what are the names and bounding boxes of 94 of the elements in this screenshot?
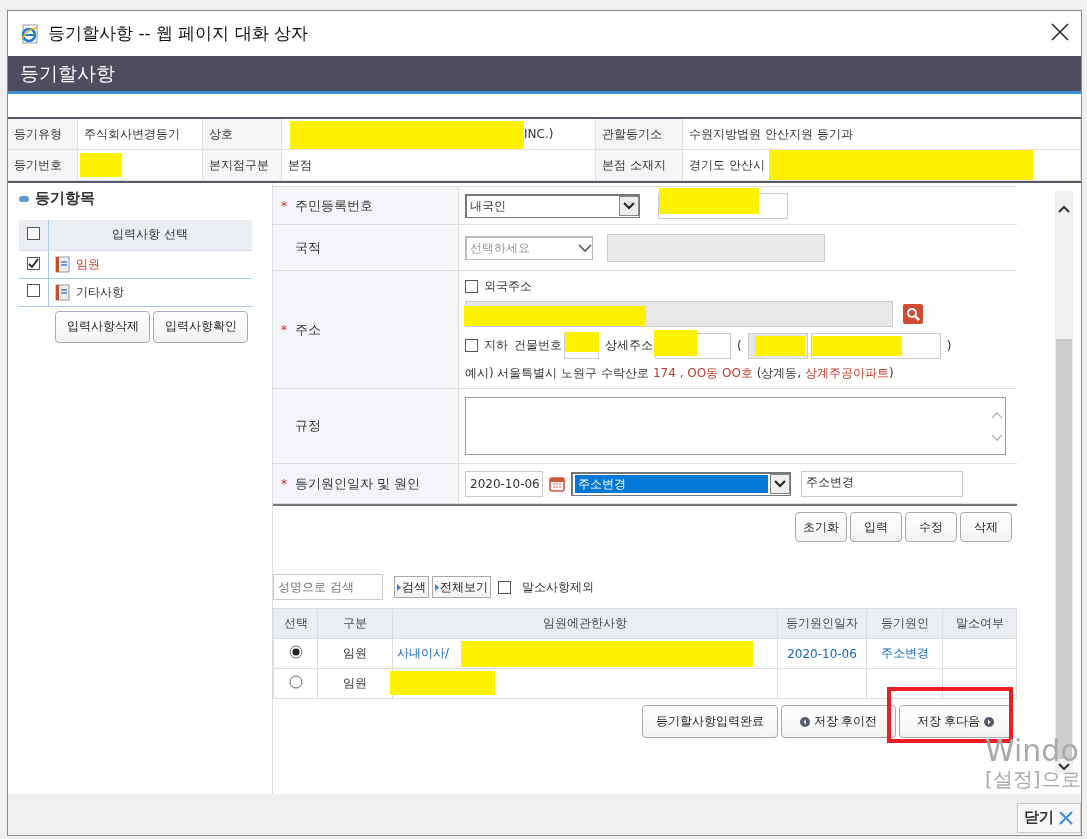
bullet-icon [19, 195, 29, 202]
search-button[interactable]: 검색 [394, 576, 429, 598]
check-icon [27, 257, 39, 269]
info-label: 등기번호 [8, 150, 78, 181]
input-field[interactable] [810, 332, 941, 359]
close-button[interactable]: 닫기 [1017, 802, 1081, 833]
input-field[interactable] [747, 332, 808, 359]
action-button[interactable]: 입력 [850, 512, 902, 542]
checkbox[interactable] [465, 279, 478, 293]
input-field[interactable] [607, 233, 825, 262]
search-icon[interactable] [903, 303, 923, 324]
field-label: 주소 [295, 320, 321, 339]
select-field[interactable]: 주소변경 [571, 471, 791, 496]
info-value: 주식회사변경등기 [84, 125, 180, 143]
checkbox-label: 외국주소 [484, 277, 532, 295]
radio-button[interactable] [288, 675, 303, 689]
triangle-icon [435, 583, 439, 591]
column-header: 선택 [273, 608, 318, 639]
chevron-down-icon [774, 480, 786, 488]
checkbox[interactable] [26, 226, 40, 240]
column-header: 구분 [317, 608, 393, 639]
nav-button[interactable]: 저장 후다음 [899, 705, 1012, 738]
action-button[interactable]: 삭제 [960, 512, 1012, 542]
table-cell: 주소변경 [866, 638, 943, 669]
window-title: 등기할사항 -- 웹 페이지 대화 상자 [48, 22, 309, 45]
field-label: 규정 [295, 417, 321, 435]
field-label: 등기원인일자 및 원인 [295, 474, 421, 493]
nav-button[interactable]: 저장 후이전 [781, 705, 896, 738]
table-cell: 임원 [317, 638, 393, 669]
checkbox-label: 지하 [484, 337, 508, 354]
checkbox[interactable] [26, 284, 40, 297]
search-button[interactable]: 전체보기 [432, 576, 491, 598]
action-button[interactable]: 수정 [905, 512, 957, 542]
system-notice-text: [설정]으로 [985, 766, 1081, 793]
page-header: 등기할사항 [8, 56, 1081, 94]
action-button[interactable]: 입력사항삭제 [55, 310, 150, 343]
checkbox[interactable] [26, 256, 40, 270]
column-header: 입력사항 선택 [112, 227, 189, 242]
close-icon [1051, 23, 1069, 41]
info-value: 경기도 안산시 [689, 156, 765, 174]
info-label: 본점 소재지 [596, 150, 683, 181]
checkbox[interactable] [498, 580, 511, 594]
action-button[interactable]: 초기화 [795, 512, 847, 542]
list-item[interactable]: 기타사항 [75, 283, 124, 301]
triangle-icon [397, 583, 401, 591]
field-label: 건물번호 [514, 337, 562, 354]
column-header: 등기원인일자 [777, 608, 867, 639]
redaction-mark [654, 329, 697, 356]
paren-text: ( [737, 338, 742, 353]
info-value: 본점 [288, 156, 312, 174]
required-mark: * [281, 322, 288, 337]
required-mark: * [281, 476, 288, 491]
info-label: 등기유형 [8, 119, 78, 150]
redaction-mark [565, 331, 599, 352]
notebook-icon [54, 255, 70, 273]
info-value: INC.) [524, 127, 554, 141]
input-field[interactable]: 주소변경 [801, 470, 963, 497]
input-field[interactable] [655, 332, 731, 359]
section-title: 등기항목 [35, 189, 95, 208]
redaction-mark [754, 335, 805, 356]
column-header: 임원에관한사항 [392, 608, 778, 639]
field-label: 주민등록번호 [295, 196, 373, 215]
calendar-icon[interactable] [549, 475, 565, 492]
column-header: 말소여부 [942, 608, 1017, 639]
info-label: 본지점구분 [203, 150, 282, 181]
list-item[interactable]: 임원 [75, 255, 100, 273]
checkbox-label: 말소사항제외 [522, 578, 594, 596]
info-label: 관할등기소 [596, 119, 683, 150]
paren-text: ) [946, 338, 952, 353]
field-label: 상세주소 [605, 337, 653, 354]
info-label: 상호 [203, 119, 282, 150]
table-cell: 2020-10-06 [777, 638, 867, 669]
action-button[interactable]: 입력사항확인 [153, 310, 248, 343]
field-label: 국적 [295, 238, 321, 257]
close-icon [1058, 809, 1074, 826]
example-text: 예시) 서울특별시 노원구 수락산로 174 , OO동 OO호 (상계동, 상계주공아파트) [465, 364, 895, 382]
chevron-down-icon [623, 202, 635, 210]
notebook-icon [54, 283, 70, 301]
column-header: 등기원인 [866, 608, 943, 639]
nav-button[interactable]: 등기할사항입력완료 [642, 705, 778, 738]
select-field[interactable]: 내국인 [465, 193, 640, 218]
input-field[interactable] [564, 332, 599, 359]
browser-icon [20, 23, 40, 44]
chevron-down-icon [578, 244, 592, 252]
table-cell: 사내이사/ [392, 638, 778, 669]
text-area[interactable] [465, 397, 1006, 455]
date-field[interactable]: 2020-10-06 [465, 470, 543, 497]
required-mark: * [281, 198, 288, 213]
redaction-mark [80, 153, 122, 177]
checkbox[interactable] [465, 339, 478, 352]
radio-button[interactable] [288, 645, 303, 659]
input-field[interactable] [465, 300, 893, 327]
search-field[interactable]: 성명으로 검색 [273, 574, 383, 600]
info-value: 수원지방법원 안산지원 등기과 [689, 125, 853, 143]
